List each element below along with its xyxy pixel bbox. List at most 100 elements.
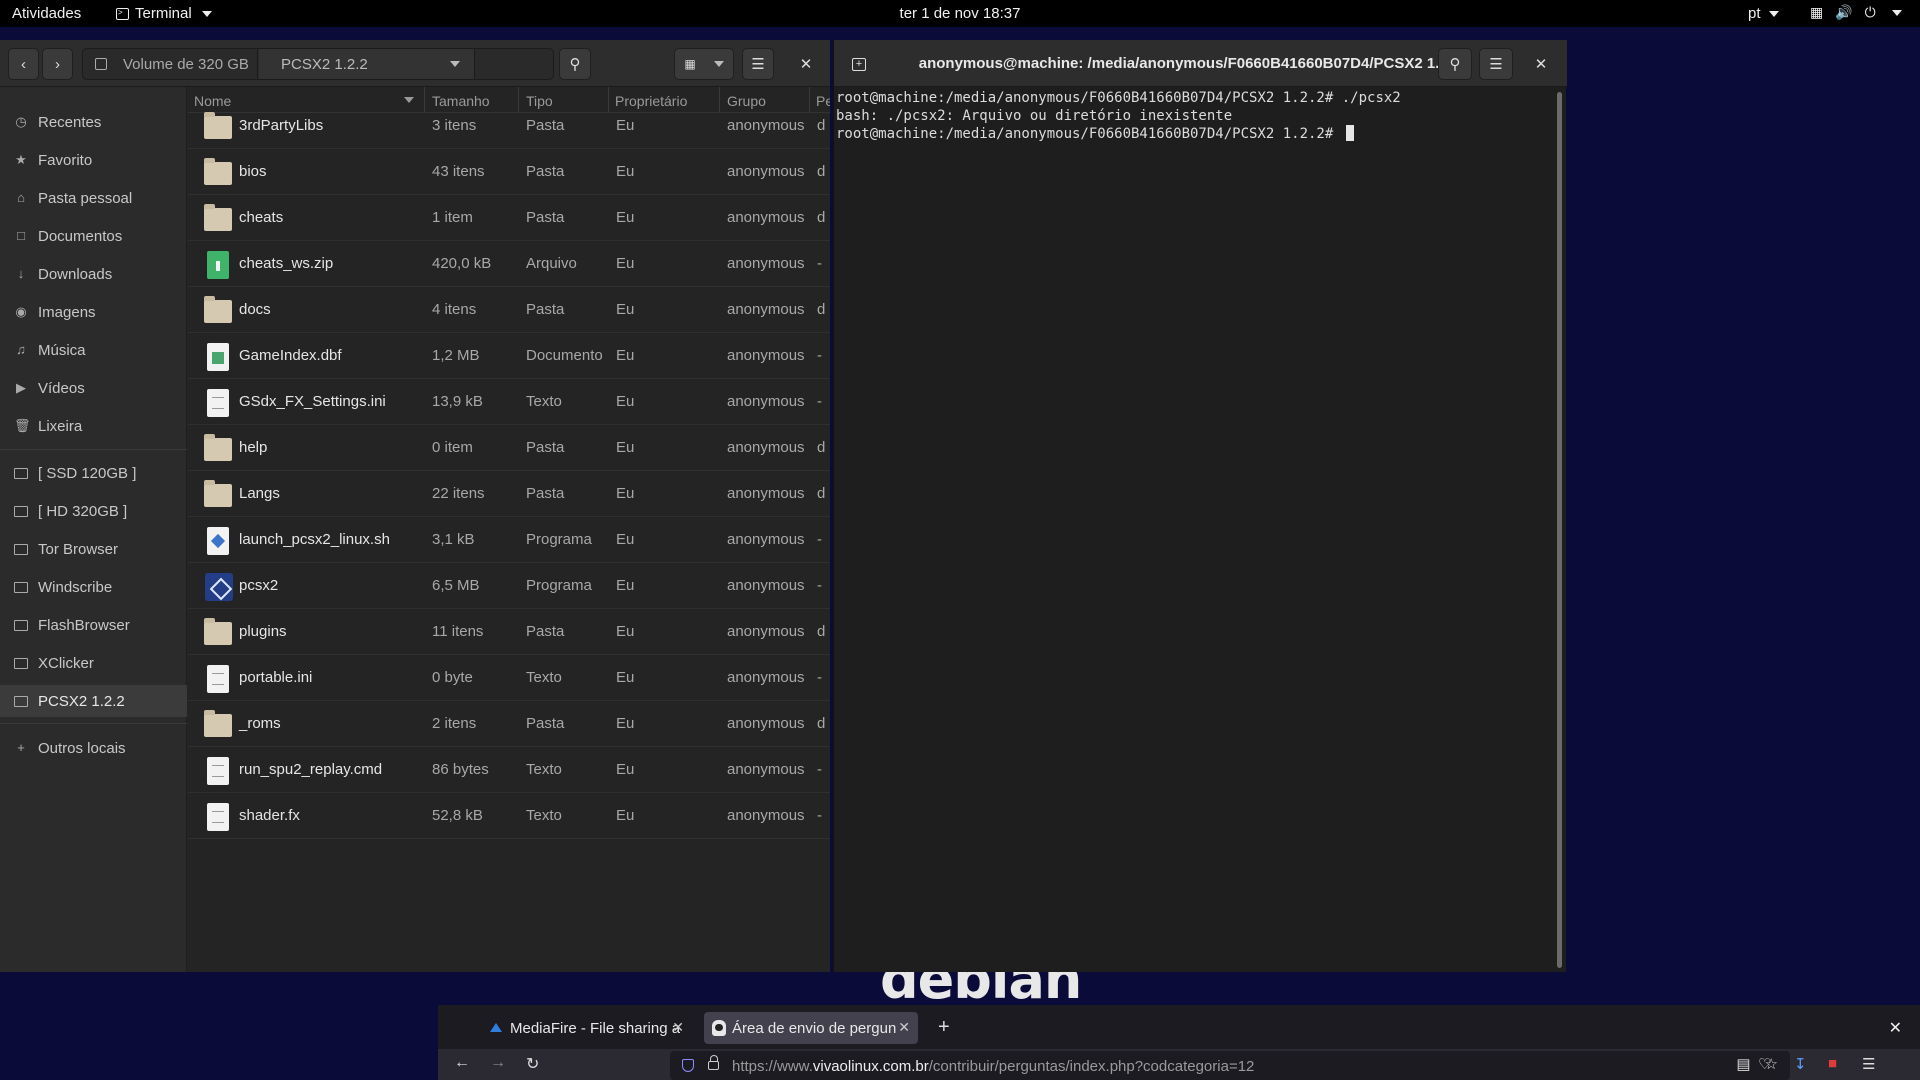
folder-icon — [14, 544, 28, 555]
sidebar-item-outros-locais[interactable]: + Outros locais — [0, 732, 187, 764]
file-type: Pasta — [526, 209, 565, 226]
sidebar-item-recentes[interactable]: ◷ Recentes — [0, 106, 187, 138]
file-row[interactable]: GSdx_FX_Settings.ini 13,9 kB Texto Eu anonym… — [188, 379, 830, 425]
file-row[interactable]: shader.fx 52,8 kB Texto Eu anonymous - — [188, 793, 830, 839]
sidebar-item-pcsx2[interactable]: PCSX2 1.2.2 — [0, 685, 187, 717]
file-type: Pasta — [526, 623, 565, 640]
file-group: anonymous — [727, 393, 805, 410]
doc-file-icon — [207, 343, 229, 371]
file-row[interactable]: run_spu2_replay.cmd 86 bytes Texto Eu anonym… — [188, 747, 830, 793]
view-toggle-button[interactable]: ▦ — [674, 48, 734, 80]
file-row[interactable]: plugins 11 itens Pasta Eu anonymous d — [188, 609, 830, 655]
text-file-icon — [207, 389, 229, 417]
back-button[interactable]: ‹ — [8, 48, 39, 80]
file-row[interactable]: pcsx2 6,5 MB Programa Eu anonymous - — [188, 563, 830, 609]
sidebar-item-favorito[interactable]: ★ Favorito — [0, 144, 187, 176]
tab-mediafire[interactable]: MediaFire - File sharing a ✕ — [482, 1012, 692, 1044]
forward-arrow-icon[interactable]: → — [490, 1054, 506, 1072]
sidebar-item-downloads[interactable]: ↓ Downloads — [0, 258, 187, 290]
close-button[interactable]: ✕ — [790, 48, 822, 80]
top-bar: Atividades > Terminal ter 1 de nov 18:37… — [0, 0, 1920, 27]
file-row[interactable]: docs 4 itens Pasta Eu anonymous d — [188, 287, 830, 333]
file-type: Pasta — [526, 117, 565, 134]
file-row[interactable]: portable.ini 0 byte Texto Eu anonymous - — [188, 655, 830, 701]
back-arrow-icon[interactable]: ← — [454, 1054, 470, 1072]
sidebar-item-lixeira[interactable]: 🗑 Lixeira — [0, 410, 187, 442]
file-row[interactable]: 3rdPartyLibs 3 itens Pasta Eu anonymous d — [188, 103, 830, 149]
file-size: 13,9 kB — [432, 393, 483, 410]
terminal-search-button[interactable]: ⚲ — [1438, 48, 1472, 80]
file-type: Texto — [526, 761, 562, 778]
extension-icon[interactable]: ■ — [1828, 1055, 1837, 1072]
file-size: 22 itens — [432, 485, 485, 502]
forward-button[interactable]: › — [42, 48, 73, 80]
music-icon: ♫ — [16, 342, 26, 357]
hamburger-icon: ☰ — [751, 56, 765, 73]
file-row[interactable]: cheats 1 item Pasta Eu anonymous d — [188, 195, 830, 241]
folder-icon — [14, 620, 28, 631]
sidebar-item-xclicker[interactable]: XClicker — [0, 647, 187, 679]
browser-close-button[interactable]: ✕ — [1889, 1018, 1902, 1038]
sidebar-item-ssd-120gb[interactable]: [ SSD 120GB ] — [0, 457, 187, 489]
sidebar-item-windscribe[interactable]: Windscribe — [0, 571, 187, 603]
clock[interactable]: ter 1 de nov 18:37 — [0, 5, 1920, 22]
close-icon[interactable]: ✕ — [898, 1019, 910, 1036]
file-name: pcsx2 — [239, 577, 279, 594]
language-label: pt — [1748, 5, 1761, 22]
chevron-down-icon — [713, 61, 724, 67]
file-manager-window: ‹ › Volume de 320 GB PCSX2 1.2.2 ⚲ ▦ ☰ ✕… — [0, 40, 830, 972]
file-row[interactable]: cheats_ws.zip 420,0 kB Arquivo Eu anonymous - — [188, 241, 830, 287]
path-segment-label: PCSX2 1.2.2 — [281, 55, 368, 73]
sidebar-item-hd-320gb[interactable]: [ HD 320GB ] — [0, 495, 187, 527]
sidebar-item-imagens[interactable]: ◉ Imagens — [0, 296, 187, 328]
sidebar-item-label: Vídeos — [38, 379, 85, 397]
sidebar-item-pasta-pessoal[interactable]: ⌂ Pasta pessoal — [0, 182, 187, 214]
file-type: Pasta — [526, 715, 565, 732]
search-button[interactable]: ⚲ — [559, 48, 591, 80]
file-owner: Eu — [616, 163, 635, 180]
file-row[interactable]: GameIndex.dbf 1,2 MB Documento Eu anonymous - — [188, 333, 830, 379]
file-group: anonymous — [727, 209, 805, 226]
download-icon[interactable]: ↧ — [1794, 1055, 1807, 1073]
terminal-close-button[interactable]: ✕ — [1524, 48, 1558, 80]
path-segment-current[interactable]: PCSX2 1.2.2 — [259, 49, 475, 79]
path-segment-label: Volume de 320 GB — [123, 55, 249, 73]
file-type: Texto — [526, 393, 562, 410]
terminal-line: root@machine:/media/anonymous/F0660B4166… — [836, 90, 1401, 106]
sidebar-item-videos[interactable]: ▶ Vídeos — [0, 372, 187, 404]
folder-icon — [204, 710, 232, 737]
terminal-menu-button[interactable]: ☰ — [1479, 48, 1513, 80]
download-icon: ↓ — [17, 266, 25, 281]
folder-icon — [14, 658, 28, 669]
reader-view-icon[interactable]: ▤ — [1736, 1055, 1750, 1073]
tab-vivaolinux[interactable]: Área de envio de pergunta ✕ — [704, 1012, 918, 1044]
close-icon[interactable]: ✕ — [672, 1019, 684, 1036]
reload-icon[interactable]: ↻ — [526, 1054, 539, 1074]
language-selector[interactable]: pt — [1748, 5, 1779, 22]
file-permissions: d — [817, 715, 826, 732]
sidebar-item-musica[interactable]: ♫ Música — [0, 334, 187, 366]
hamburger-icon[interactable]: ☰ — [1862, 1055, 1875, 1073]
pocket-icon[interactable]: ♡ — [1758, 1055, 1771, 1073]
file-row[interactable]: Langs 22 itens Pasta Eu anonymous d — [188, 471, 830, 517]
file-row[interactable]: launch_pcsx2_linux.sh 3,1 kB Programa Eu ano… — [188, 517, 830, 563]
file-row[interactable]: bios 43 itens Pasta Eu anonymous d — [188, 149, 830, 195]
file-name: plugins — [239, 623, 287, 640]
search-icon: ⚲ — [1449, 56, 1461, 73]
terminal-window: + anonymous@machine: /media/anonymous/F0… — [833, 40, 1567, 972]
sidebar-item-documentos[interactable]: □ Documentos — [0, 220, 187, 252]
plus-icon: + — [17, 740, 25, 755]
new-tab-button[interactable]: + — [938, 1016, 950, 1039]
system-tray[interactable]: ▦ 🔊 ⏻ — [1810, 4, 1902, 21]
path-segment-drive[interactable]: Volume de 320 GB — [83, 49, 258, 79]
sidebar-item-flashbrowser[interactable]: FlashBrowser — [0, 609, 187, 641]
terminal-scrollbar[interactable] — [1557, 92, 1562, 968]
url-bar[interactable]: https://www.vivaolinux.com.br/contribuir… — [670, 1051, 1790, 1080]
menu-button[interactable]: ☰ — [742, 48, 774, 80]
sidebar-item-tor-browser[interactable]: Tor Browser — [0, 533, 187, 565]
terminal-output[interactable]: root@machine:/media/anonymous/F0660B4166… — [834, 88, 1554, 972]
file-permissions: - — [817, 669, 822, 686]
file-row[interactable]: help 0 item Pasta Eu anonymous d — [188, 425, 830, 471]
browser-window: MediaFire - File sharing a ✕ Área de env… — [438, 1005, 1920, 1080]
file-row[interactable]: _roms 2 itens Pasta Eu anonymous d — [188, 701, 830, 747]
